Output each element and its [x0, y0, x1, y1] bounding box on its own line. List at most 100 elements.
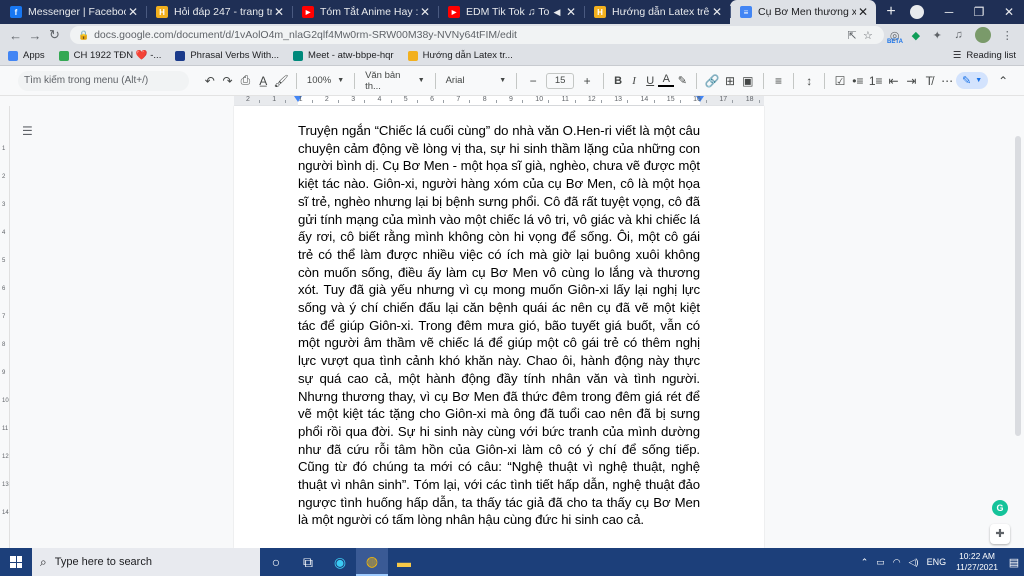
bookmark-apps[interactable]: Apps [8, 50, 45, 61]
tab-docs-active[interactable]: ≡ Cụ Bơ Men thương xót cảnh ✕ [730, 0, 876, 24]
increase-indent-icon[interactable]: ⇥ [902, 74, 920, 88]
collapse-menu-icon[interactable]: ⌃ [994, 74, 1012, 88]
volume-icon[interactable]: ◁) [909, 557, 919, 568]
tab-youtube-anime[interactable]: ▶ Tóm Tắt Anime Hay : Vua ở ✕ [292, 0, 438, 24]
bookmark-star-icon[interactable]: ☆ [860, 29, 876, 42]
cortana-icon[interactable]: ○ [260, 548, 292, 576]
extension-green-icon[interactable]: ◆ [905, 29, 926, 42]
close-tab-icon[interactable]: ✕ [272, 5, 286, 19]
back-icon[interactable]: ← [6, 28, 25, 43]
grammarly-icon[interactable]: G [992, 500, 1008, 516]
clock[interactable]: 10:22 AM 11/27/2021 [956, 551, 998, 573]
bookmark-label: Hướng dẫn Latex tr... [422, 50, 513, 61]
comment-icon[interactable]: ⊞ [721, 74, 739, 88]
extensions-puzzle-icon[interactable]: ✦ [927, 29, 948, 42]
highlight-icon[interactable]: ✎ [674, 74, 690, 87]
more-menu-icon[interactable]: ⋮ [997, 29, 1018, 42]
font-dropdown[interactable]: Arial ▼ [442, 75, 511, 86]
taskbar-search-input[interactable]: ⌕ Type here to search [32, 548, 260, 576]
undo-icon[interactable]: ↶ [201, 74, 219, 88]
chevron-up-icon[interactable]: ⌃ [861, 557, 869, 568]
vruler-number: 12 [2, 454, 9, 460]
url-input[interactable]: 🔒 docs.google.com/document/d/1vAolO4m_nl… [70, 26, 884, 44]
ruler-tick [679, 100, 681, 103]
windows-start-icon[interactable] [0, 548, 32, 576]
editing-mode-button[interactable]: ✎ ▼ [956, 72, 989, 89]
bookmark-ch1922[interactable]: CH 1922 TĐN ❤️ -... [58, 50, 162, 61]
text-color-icon[interactable]: A [658, 74, 675, 87]
media-control-icon[interactable]: ♫ [948, 29, 969, 41]
menu-search-input[interactable]: Tìm kiếm trong menu (Alt+/) [18, 70, 189, 91]
bookmark-label: CH 1922 TĐN ❤️ -... [73, 50, 162, 61]
document-page[interactable]: Truyện ngắn “Chiếc lá cuối cùng” do nhà … [234, 106, 764, 548]
decrease-font-size-icon[interactable]: − [523, 74, 543, 88]
font-size-input[interactable]: 15 [546, 72, 575, 89]
chrome-icon[interactable]: ◍ [356, 548, 388, 576]
share-icon[interactable]: ⇱ [844, 29, 860, 42]
close-tab-icon[interactable]: ✕ [126, 5, 140, 19]
bookmark-phrasal-verbs[interactable]: Phrasal Verbs With... [175, 50, 279, 61]
edge-icon[interactable]: ◉ [324, 548, 356, 576]
tab-messenger[interactable]: f Messenger | Facebook ✕ [0, 0, 146, 24]
line-spacing-icon[interactable]: ↕ [800, 74, 818, 88]
font-size-stepper[interactable]: − 15 + [523, 72, 597, 89]
close-tab-icon[interactable]: ✕ [418, 5, 432, 19]
style-dropdown[interactable]: Văn bản th... ▼ [361, 70, 429, 92]
zoom-dropdown[interactable]: 100% ▼ [303, 75, 348, 86]
increase-font-size-icon[interactable]: + [577, 74, 597, 88]
avatar[interactable] [975, 27, 991, 43]
file-explorer-icon[interactable]: ▬ [388, 548, 420, 576]
tab-youtube-edm[interactable]: ▶ EDM Tik Tok ♫ Top Nh ◀ ✕ [438, 0, 584, 24]
numbered-list-icon[interactable]: 1≡ [867, 74, 885, 88]
restore-icon[interactable]: ❐ [964, 5, 994, 19]
document-body-text[interactable]: Truyện ngắn “Chiếc lá cuối cùng” do nhà … [298, 122, 700, 529]
forward-icon[interactable]: → [25, 28, 44, 43]
underline-icon[interactable]: U [642, 75, 658, 87]
redo-icon[interactable]: ↷ [219, 74, 237, 88]
bookmark-meet[interactable]: Meet - atw-bbpe-hqr [293, 50, 394, 61]
tab-latex[interactable]: H Hướng dẫn Latex trên Hoid ✕ [584, 0, 730, 24]
checklist-icon[interactable]: ☑ [831, 74, 849, 88]
tab-hoidap[interactable]: H Hỏi đáp 247 - trang tra lời ✕ [146, 0, 292, 24]
task-view-icon[interactable]: ⧉ [292, 548, 324, 576]
align-icon[interactable]: ≡ [770, 74, 788, 88]
reading-list-button[interactable]: ☰ Reading list [953, 50, 1016, 61]
decrease-indent-icon[interactable]: ⇤ [885, 74, 903, 88]
bookmark-latex[interactable]: Hướng dẫn Latex tr... [407, 50, 513, 61]
language-indicator[interactable]: ENG [927, 557, 947, 567]
bold-icon[interactable]: B [610, 75, 626, 87]
wifi-icon[interactable]: ◠ [893, 557, 901, 568]
divider [603, 72, 605, 89]
more-options-icon[interactable]: ⋯ [938, 74, 956, 88]
reload-icon[interactable]: ↻ [45, 27, 64, 43]
close-tab-icon[interactable]: ✕ [564, 5, 578, 19]
docs-toolbar: Tìm kiếm trong menu (Alt+/) ↶ ↷ ⎙ A̲ 🖌 1… [0, 66, 1024, 96]
profile-dot-icon[interactable] [910, 5, 924, 19]
minimize-icon[interactable]: ─ [934, 5, 964, 19]
extension-beta-icon[interactable]: ◎ BETA [884, 29, 905, 45]
reading-list-icon: ☰ [952, 50, 962, 61]
notifications-icon[interactable]: ▤ [1004, 548, 1024, 576]
bulleted-list-icon[interactable]: •≡ [849, 74, 867, 88]
print-icon[interactable]: ⎙ [237, 73, 255, 88]
meet-icon [293, 50, 304, 61]
image-icon[interactable]: ▣ [739, 74, 757, 88]
document-outline-icon[interactable]: ☰ [22, 124, 36, 138]
clear-formatting-icon[interactable]: T̸ [920, 74, 938, 88]
italic-icon[interactable]: I [626, 75, 642, 87]
add-comment-icon[interactable]: ✚ [990, 524, 1010, 544]
close-tab-icon[interactable]: ✕ [710, 5, 724, 19]
link-icon[interactable]: 🔗 [703, 74, 721, 88]
network-icon[interactable]: ▭ [876, 557, 885, 568]
mute-tab-icon[interactable]: ◀ [550, 7, 564, 18]
ruler-tick [443, 100, 445, 103]
horizontal-ruler[interactable]: 2 1 1 2 3 4 5 6 7 8 9 10 11 12 13 14 15 16 17 18 [234, 96, 764, 106]
close-tab-icon[interactable]: ✕ [856, 5, 870, 19]
vertical-ruler: 1 2 3 4 5 6 7 8 9 10 11 12 13 14 [0, 106, 10, 548]
spellcheck-icon[interactable]: A̲ [254, 74, 272, 88]
ruler-number: 13 [614, 96, 622, 103]
vertical-scrollbar[interactable] [1012, 106, 1024, 548]
paint-format-icon[interactable]: 🖌 [272, 74, 290, 88]
scrollbar-thumb[interactable] [1015, 136, 1021, 436]
close-window-icon[interactable]: ✕ [994, 5, 1024, 19]
